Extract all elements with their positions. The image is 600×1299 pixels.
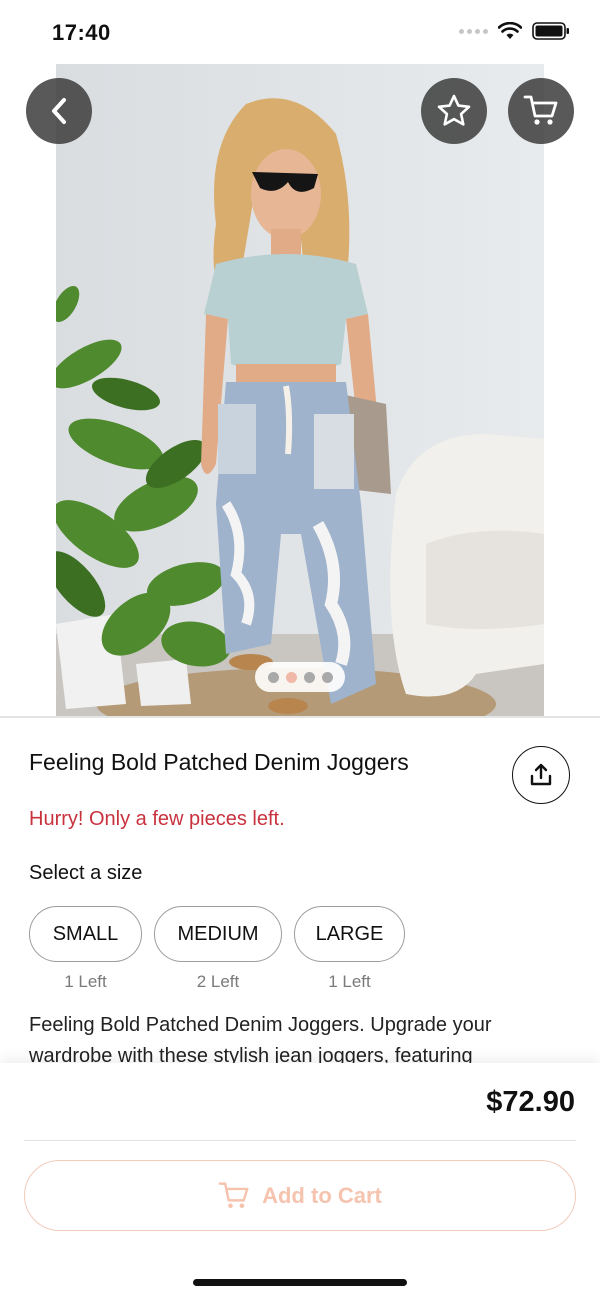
- size-option: SMALL 1 Left: [29, 906, 142, 992]
- size-selector: SMALL 1 Left MEDIUM 2 Left LARGE 1 Left: [29, 906, 405, 992]
- pager-dot-active[interactable]: [285, 671, 297, 683]
- share-button[interactable]: [512, 746, 570, 804]
- status-time: 17:40: [52, 20, 111, 45]
- image-pager[interactable]: [255, 662, 345, 692]
- chevron-left-icon: [52, 98, 66, 124]
- size-stock: 1 Left: [328, 972, 371, 991]
- product-image[interactable]: [56, 64, 544, 716]
- cart-icon: [523, 95, 558, 125]
- divider: [24, 1140, 576, 1141]
- size-button-large[interactable]: LARGE: [294, 906, 405, 962]
- cart-icon: [218, 1181, 249, 1208]
- add-to-cart-label: Add to Cart: [262, 1182, 382, 1208]
- pager-dot[interactable]: [303, 671, 315, 683]
- size-option: MEDIUM 2 Left: [154, 906, 282, 992]
- back-button[interactable]: [26, 78, 92, 144]
- divider: [0, 716, 600, 718]
- size-stock: 2 Left: [196, 972, 240, 991]
- star-icon: [437, 94, 471, 126]
- status-icons: [459, 22, 570, 40]
- size-button-medium[interactable]: MEDIUM: [154, 906, 282, 962]
- pager-dot[interactable]: [321, 671, 333, 683]
- favorite-button[interactable]: [421, 78, 487, 144]
- product-price: $72.90: [486, 1086, 575, 1118]
- wifi-icon: [498, 22, 522, 39]
- size-heading: Select a size: [29, 862, 143, 884]
- size-stock: 1 Left: [64, 972, 107, 991]
- product-title: Feeling Bold Patched Denim Joggers: [29, 749, 409, 775]
- share-icon: [530, 763, 552, 786]
- pager-dot[interactable]: [267, 671, 279, 683]
- add-to-cart-button[interactable]: Add to Cart: [24, 1160, 576, 1231]
- cart-button[interactable]: [508, 78, 574, 144]
- home-indicator[interactable]: [193, 1279, 407, 1286]
- size-button-small[interactable]: SMALL: [29, 906, 142, 962]
- status-bar: 17:40: [0, 0, 600, 64]
- cellular-signal-icon: [459, 28, 488, 34]
- battery-icon: [532, 22, 569, 40]
- product-description: Feeling Bold Patched Denim Joggers. Upgr…: [29, 1014, 492, 1064]
- stock-warning: Hurry! Only a few pieces left.: [29, 808, 285, 830]
- size-option: LARGE 1 Left: [294, 906, 405, 992]
